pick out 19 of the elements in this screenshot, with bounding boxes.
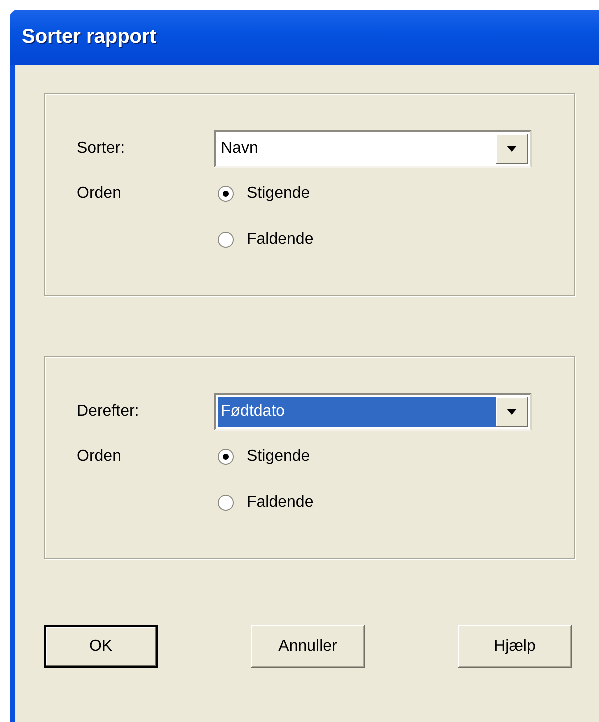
window-title: Sorter rapport (21, 26, 156, 49)
dropdown-button[interactable] (496, 134, 528, 164)
field-label: Derefter: (77, 403, 140, 421)
radio-option[interactable]: Stigende (214, 448, 310, 466)
sort-dropdown[interactable]: Navn (214, 130, 532, 168)
field-label: Sorter: (77, 140, 126, 158)
radio-option[interactable]: Stigende (214, 185, 310, 203)
dropdown-value: Fødtdato (218, 397, 496, 427)
sort-dropdown[interactable]: Fødtdato (214, 393, 532, 431)
caret-icon (507, 146, 517, 152)
caret-icon (507, 409, 517, 415)
dialog-button[interactable]: Hjælp (458, 625, 572, 668)
radio-option[interactable]: Faldende (214, 231, 314, 249)
field-label: Orden (77, 448, 122, 466)
dialog-button[interactable]: Annuller (251, 625, 365, 668)
field-label: Orden (77, 185, 122, 203)
dialog-button[interactable]: OK (44, 625, 158, 668)
dropdown-button[interactable] (496, 397, 528, 427)
radio-option[interactable]: Faldende (214, 494, 314, 512)
